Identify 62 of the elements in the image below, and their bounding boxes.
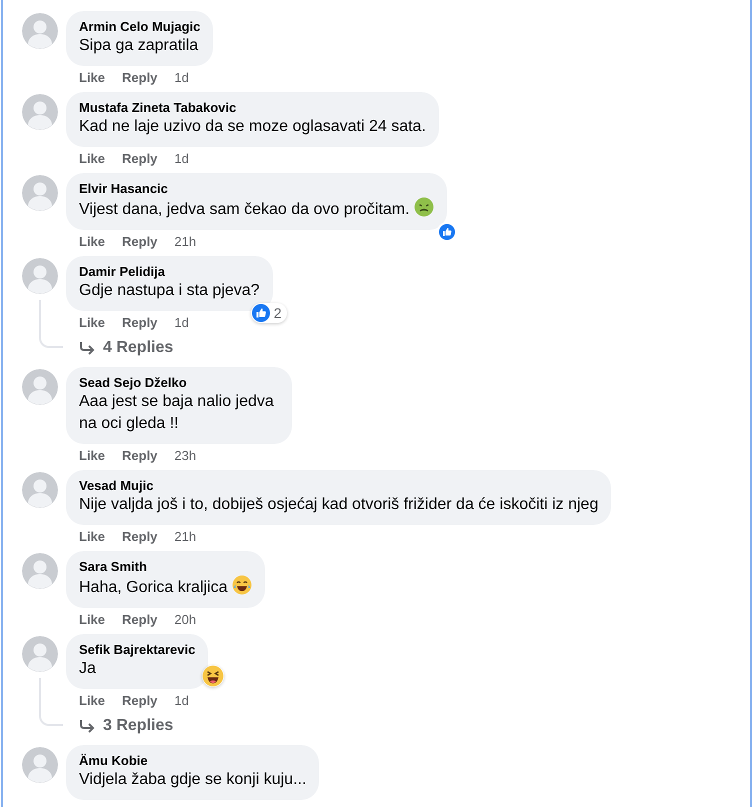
author-name[interactable]: Vesad Mujic: [79, 477, 598, 494]
action-link[interactable]: Reply: [122, 234, 158, 254]
comment-time[interactable]: 23h: [174, 448, 196, 468]
avatar-icon[interactable]: [22, 258, 58, 294]
comment-text: Sipa ga zapratila: [79, 36, 200, 56]
thread-line: [39, 678, 63, 726]
action-link[interactable]: Like: [79, 70, 106, 90]
author-name[interactable]: Mustafa Zineta Tabakovic: [79, 99, 426, 116]
comment-time[interactable]: 1d: [174, 315, 189, 335]
replies-link[interactable]: 3 Replies: [79, 715, 174, 737]
author-name[interactable]: Elvir Hasancic: [79, 180, 434, 197]
comment-text: Nije valjda još i to, dobiješ osjećaj kad otvoriš frižider da će iskočiti iz njeg: [79, 495, 598, 515]
laughing-emoji-icon[interactable]: [202, 665, 224, 687]
action-link[interactable]: Reply: [122, 529, 158, 549]
action-link[interactable]: Reply: [122, 151, 158, 171]
action-link[interactable]: Reply: [122, 315, 158, 335]
action-link[interactable]: Like: [79, 315, 106, 335]
reply-arrow-icon: [79, 341, 95, 355]
comment-time[interactable]: 1d: [174, 151, 189, 171]
reaction-count[interactable]: 2: [250, 303, 287, 323]
author-name[interactable]: Sara Smith: [79, 558, 252, 575]
avatar-icon[interactable]: [22, 553, 58, 589]
comment-time[interactable]: 1d: [174, 70, 189, 90]
comment-text: Vijest dana, jedva sam čekao da ovo pročitam.: [79, 197, 434, 221]
author-name[interactable]: Armin Celo Mujagic: [79, 18, 200, 35]
avatar-icon[interactable]: [22, 175, 58, 211]
author-name[interactable]: Sead Sejo Dželko: [79, 374, 279, 391]
action-link[interactable]: Like: [79, 693, 106, 713]
comment-text: Aaa jest se baja nalio jedva na oci gleda !!: [79, 392, 275, 434]
action-link[interactable]: Like: [79, 151, 106, 171]
action-link[interactable]: Like: [79, 612, 106, 632]
avatar-icon[interactable]: [22, 636, 58, 672]
comment-time[interactable]: 21h: [174, 529, 196, 549]
action-link[interactable]: Reply: [122, 693, 158, 713]
action-link[interactable]: Like: [79, 529, 106, 549]
comment-time[interactable]: 1d: [174, 693, 189, 713]
thread-line: [39, 300, 63, 348]
avatar-icon[interactable]: [22, 94, 58, 130]
comment-text: Ja: [79, 659, 97, 679]
avatar-icon[interactable]: [22, 13, 58, 49]
comment-text: Haha, Gorica kraljica: [79, 575, 252, 599]
reply-arrow-icon: [79, 719, 95, 733]
nauseated-emoji-icon: [414, 197, 434, 217]
comment-text: Gdje nastupa i sta pjeva?: [79, 281, 260, 301]
comment-time[interactable]: 21h: [174, 234, 196, 254]
action-link[interactable]: Reply: [122, 70, 158, 90]
action-link[interactable]: Reply: [122, 612, 158, 632]
action-link[interactable]: Like: [79, 234, 106, 254]
author-name[interactable]: Sefik Bajrektarevic: [79, 641, 196, 658]
replies-link[interactable]: 4 Replies: [79, 337, 174, 359]
author-name[interactable]: Damir Pelidija: [79, 263, 260, 280]
avatar-icon[interactable]: [22, 747, 58, 783]
comment-time[interactable]: 20h: [174, 612, 196, 632]
action-link[interactable]: Reply: [122, 448, 158, 468]
avatar-icon[interactable]: [22, 369, 58, 405]
comment-text: Vidjela žaba gdje se konji kuju...: [79, 770, 306, 790]
laughing-tears-emoji-icon: [232, 575, 252, 595]
comment-text: Kad ne laje uzivo da se moze oglasavati 24 sata.: [79, 117, 426, 137]
author-name[interactable]: Ämu Kobie: [79, 752, 306, 769]
like-icon[interactable]: [436, 222, 457, 242]
avatar-icon[interactable]: [22, 472, 58, 508]
action-link[interactable]: Like: [79, 448, 106, 468]
